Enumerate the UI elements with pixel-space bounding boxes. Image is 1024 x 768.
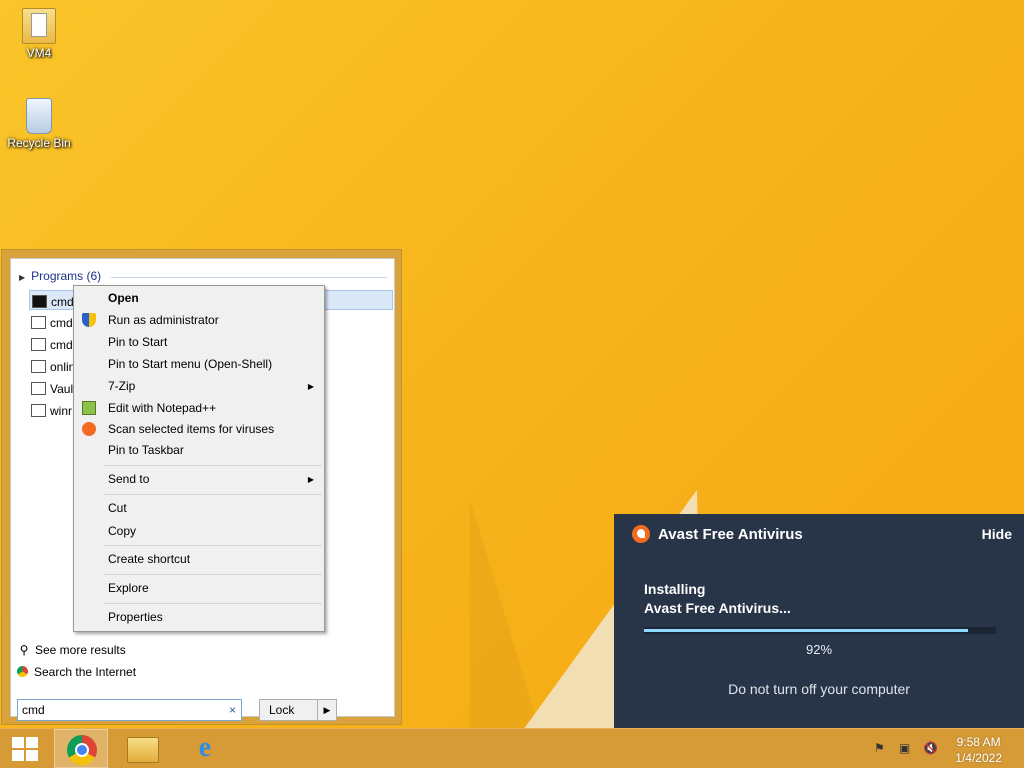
menu-separator: [104, 545, 322, 546]
clear-search-icon[interactable]: ×: [229, 703, 236, 717]
expand-triangle-icon: ▶: [19, 273, 26, 282]
submenu-arrow-icon: ▶: [307, 475, 314, 484]
uac-shield-icon: [82, 313, 96, 327]
notepadpp-icon: [82, 401, 96, 415]
menu-item-pin-to-start-menu[interactable]: Pin to Start menu (Open-Shell): [76, 354, 322, 375]
install-status-product: Avast Free Antivirus...: [644, 600, 791, 616]
install-warning-note: Do not turn off your computer: [728, 681, 910, 697]
menu-item-pin-to-taskbar[interactable]: Pin to Taskbar: [76, 440, 322, 461]
taskbar-clock[interactable]: 9:58 AM 1/4/2022: [955, 734, 1002, 766]
see-more-results-link[interactable]: ⚲ See more results: [17, 643, 126, 657]
desktop-icon-label: VM4: [26, 46, 52, 60]
submenu-arrow-icon: ▶: [307, 382, 314, 391]
volume-muted-icon[interactable]: 🔇: [923, 741, 939, 755]
lock-options-arrow[interactable]: ▶: [317, 700, 336, 720]
desktop-icon-label: Recycle Bin: [7, 136, 71, 150]
divider: [111, 277, 387, 278]
windows-start-icon: [12, 737, 38, 761]
clock-time: 9:58 AM: [956, 735, 1001, 749]
menu-item-open[interactable]: Open: [76, 288, 322, 309]
desktop-icon-vm4[interactable]: VM4: [3, 8, 75, 60]
programs-group-header[interactable]: ▶ Programs (6): [19, 269, 101, 283]
action-center-flag-icon[interactable]: ⚑: [874, 741, 890, 755]
start-button[interactable]: [0, 729, 54, 768]
gear-window-icon: [31, 404, 46, 418]
avast-panel-title: Avast Free Antivirus: [658, 526, 803, 543]
window-icon: [31, 316, 46, 330]
window-icon: [31, 382, 46, 396]
menu-item-edit-with-notepadpp[interactable]: Edit with Notepad++: [76, 398, 322, 419]
avast-icon: [82, 422, 96, 436]
menu-separator: [104, 465, 322, 466]
console-icon: [32, 295, 47, 309]
menu-separator: [104, 603, 322, 604]
taskbar-file-explorer-button[interactable]: [115, 729, 169, 768]
search-icon: ⚲: [19, 643, 29, 657]
internet-explorer-icon: e: [198, 732, 212, 763]
hide-button[interactable]: Hide: [982, 526, 1012, 542]
taskbar: e ⚑ ▣ 🔇 9:58 AM 1/4/2022: [0, 728, 1024, 768]
menu-separator: [104, 494, 322, 495]
start-search-box: ×: [17, 699, 242, 721]
chrome-icon: [67, 735, 97, 765]
avast-install-panel: Avast Free Antivirus Hide Installing Ava…: [614, 514, 1024, 728]
menu-item-cut[interactable]: Cut: [76, 498, 322, 519]
menu-item-properties[interactable]: Properties: [76, 607, 322, 628]
recycle-bin-icon: [26, 98, 52, 134]
lock-button[interactable]: Lock ▶: [259, 699, 337, 721]
context-menu: Open Run as administrator Pin to Start P…: [73, 285, 325, 632]
install-progress-bar: [644, 627, 996, 634]
install-status-line: Installing: [644, 581, 706, 597]
desktop-icon-recycle-bin[interactable]: Recycle Bin: [3, 98, 75, 150]
menu-item-send-to[interactable]: Send to ▶: [76, 469, 322, 490]
menu-item-scan-viruses[interactable]: Scan selected items for viruses: [76, 419, 322, 440]
taskbar-ie-button[interactable]: e: [177, 729, 231, 768]
chrome-icon: [17, 666, 28, 677]
menu-item-copy[interactable]: Copy: [76, 521, 322, 542]
install-progress-fill: [644, 629, 968, 632]
lock-button-label: Lock: [269, 703, 295, 717]
taskbar-chrome-button[interactable]: [54, 729, 108, 768]
clock-date: 1/4/2022: [955, 751, 1002, 765]
avast-logo-icon: [632, 525, 650, 543]
menu-item-explore[interactable]: Explore: [76, 578, 322, 599]
search-internet-link[interactable]: Search the Internet: [17, 665, 136, 679]
search-input[interactable]: [18, 700, 216, 720]
install-progress-percent: 92%: [805, 642, 833, 657]
menu-separator: [104, 574, 322, 575]
gear-window-icon: [31, 360, 46, 374]
menu-item-7zip[interactable]: 7-Zip ▶: [76, 376, 322, 397]
folder-icon: [22, 8, 56, 44]
menu-item-pin-to-start[interactable]: Pin to Start: [76, 332, 322, 353]
network-icon[interactable]: ▣: [899, 741, 915, 755]
script-icon: [31, 338, 46, 352]
menu-item-create-shortcut[interactable]: Create shortcut: [76, 549, 322, 570]
menu-item-run-as-administrator[interactable]: Run as administrator: [76, 310, 322, 331]
file-explorer-icon: [127, 737, 159, 763]
